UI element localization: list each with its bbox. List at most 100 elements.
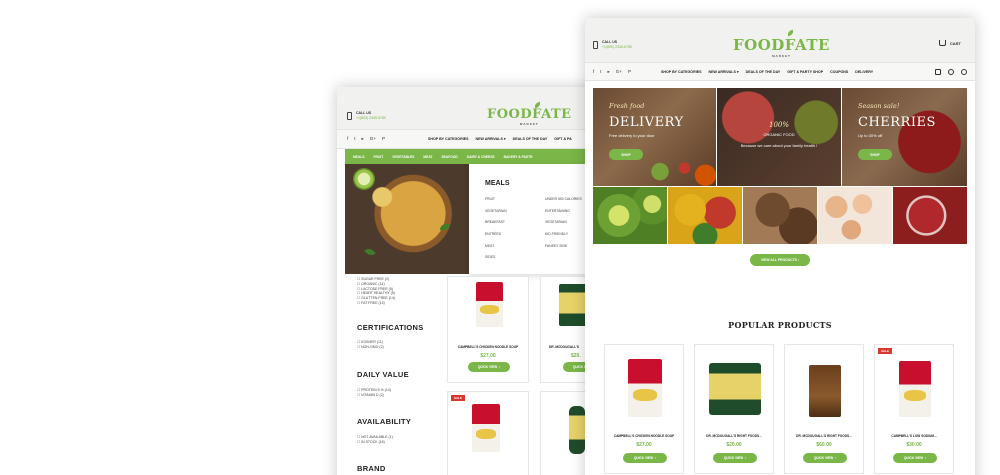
banner-subtitle: Free delivery to your door — [609, 133, 655, 138]
quick-view-button[interactable]: QUICK VIEW› — [803, 453, 847, 463]
banner-subtitle: Up to 30% off — [858, 133, 883, 138]
category-item[interactable]: FRUIT — [374, 155, 384, 159]
product-price: $27.00 — [480, 353, 496, 359]
contact-phone[interactable]: +1(800) 2345-6789 — [356, 116, 386, 121]
logo-subtitle: MARKET — [519, 122, 539, 126]
facebook-icon[interactable]: f — [347, 136, 348, 142]
mega-menu-link[interactable]: FANSEY SIDE — [545, 244, 582, 248]
main-menu: SHOP BY CATEGORIES NEW ARRIVALS ▾ DEALS … — [661, 70, 873, 74]
banner-title: DELIVERY — [609, 115, 684, 130]
peppers-image[interactable] — [668, 187, 742, 244]
menu-item[interactable]: DEALS OF THE DAY — [513, 137, 548, 141]
social-links: f t ▸ G+ P — [593, 69, 631, 75]
banner-cherries[interactable]: Season sale! CHERRIES Up to 30% off SHOP — [842, 88, 967, 186]
banner-title: CHERRIES — [858, 115, 936, 130]
twitter-icon[interactable]: t — [354, 136, 355, 142]
sale-badge: SALE — [451, 395, 466, 401]
contact-block: CALL US +1(800) 2345-6789 — [347, 111, 386, 120]
product-card[interactable]: SALE — [447, 391, 529, 475]
mega-menu-link[interactable]: SIDES — [485, 255, 507, 259]
mega-menu-link[interactable]: BREAKFAST — [485, 220, 507, 224]
filter-option[interactable]: ☐ FAT FREE (14) — [357, 301, 437, 306]
menu-item[interactable]: NEW ARRIVALS ▾ — [709, 70, 739, 74]
noodle-cup-image — [709, 363, 761, 415]
menu-item[interactable]: NEW ARRIVALS ▾ — [476, 137, 506, 141]
quick-view-button[interactable]: QUICK VIEW› — [468, 362, 510, 372]
kiwi-image[interactable] — [593, 187, 667, 244]
category-item[interactable]: DAIRY & CHEESE — [467, 155, 495, 159]
shop-button[interactable]: SHOP — [858, 149, 892, 160]
meat-image[interactable] — [893, 187, 967, 244]
mega-menu-link[interactable]: VEGETARIAN — [545, 220, 582, 224]
product-card[interactable]: SALE CAMPBELL'S LOW SODIUM... $30.00 QUI… — [874, 344, 954, 474]
menu-item[interactable]: GIFT & PARTY SHOP — [787, 70, 823, 74]
mega-menu-link[interactable]: MEAT — [485, 244, 507, 248]
menu-item[interactable]: SHOP BY CATEGORIES — [428, 137, 469, 141]
gear-icon[interactable] — [961, 68, 967, 75]
youtube-icon[interactable]: ▸ — [362, 136, 364, 142]
category-item[interactable]: VEGETABLES — [392, 155, 414, 159]
quick-view-button[interactable]: QUICK VIEW› — [893, 453, 937, 463]
mega-menu-link[interactable]: VEGETARIAN — [485, 209, 507, 213]
mega-menu-column: FRUIT VEGETARIAN BREAKFAST ENTRÉES MEAT … — [485, 197, 507, 259]
menu-item[interactable]: DELIVERY — [855, 70, 873, 74]
product-price: $30.00 — [906, 442, 922, 448]
menu-item[interactable]: SHOP BY CATEGORIES — [661, 70, 702, 74]
mega-menu-link[interactable]: ENTERTAINING — [545, 209, 582, 213]
mega-menu-link[interactable]: ENTRÉES — [485, 232, 507, 236]
google-plus-icon[interactable]: G+ — [370, 136, 376, 142]
menu-item[interactable]: COUPONS — [830, 70, 848, 74]
product-card[interactable]: DR. MCDOUGALL'S RIGHT FOODS... $20.00 QU… — [694, 344, 774, 474]
banner-kicker: Season sale! — [858, 102, 900, 110]
bread-image[interactable] — [743, 187, 817, 244]
product-card[interactable]: CAMPBELL'S CHICKEN NOODLE SOUP $27.00 QU… — [447, 276, 529, 383]
filter-option[interactable]: ☐ VITAMIN D (2) — [357, 393, 391, 398]
cart-icon — [938, 40, 946, 46]
google-plus-icon[interactable]: G+ — [616, 69, 622, 75]
shop-button[interactable]: SHOP — [609, 149, 643, 160]
product-name[interactable]: DR. MCDOUGALL'S RIGHT FOODS... — [695, 434, 773, 438]
category-item[interactable]: MEAT — [423, 155, 432, 159]
cart-link[interactable]: CART — [938, 40, 961, 46]
category-item[interactable]: BAKERY & PASTR — [504, 155, 533, 159]
quick-view-button[interactable]: QUICK VIEW› — [713, 453, 757, 463]
arrow-right-icon: › — [925, 456, 927, 460]
main-menu: SHOP BY CATEGORIES NEW ARRIVALS ▾ DEALS … — [428, 137, 572, 141]
banner-organic[interactable]: 100% ORGANIC FOOD Because we care about … — [717, 88, 841, 186]
lime-image — [353, 168, 375, 190]
quick-view-button[interactable]: QUICK VIEW› — [623, 453, 667, 463]
filter-sidebar: ☐ SUGAR FREE (2) ☐ ORGANIC (14) ☐ LACTOS… — [357, 277, 437, 473]
pinterest-icon[interactable]: P — [382, 136, 385, 142]
youtube-icon[interactable]: ▸ — [608, 69, 610, 75]
filter-option[interactable]: ☐ IN STOCK (15) — [357, 440, 393, 445]
vegetables-image — [646, 150, 716, 186]
twitter-icon[interactable]: t — [600, 69, 601, 75]
mega-menu-link[interactable]: KID FRIENDLY — [545, 232, 582, 236]
eggs-image[interactable] — [818, 187, 892, 244]
banner-delivery[interactable]: Fresh food DELIVERY Free delivery to you… — [593, 88, 716, 186]
menu-item[interactable]: DEALS OF THE DAY — [746, 70, 781, 74]
product-price: $20.00 — [726, 442, 742, 448]
product-card[interactable]: DR. MCDOUGALL'S RIGHT FOODS... $60.00 QU… — [784, 344, 864, 474]
product-name[interactable]: CAMPBELL'S LOW SODIUM... — [875, 434, 953, 438]
filter-option[interactable]: ☐ NON-GMO (2) — [357, 345, 384, 350]
product-name[interactable]: CAMPBELL'S CHICKEN NOODLE SOUP — [448, 345, 528, 349]
herb-image — [364, 246, 376, 258]
category-item[interactable]: SEAFOOD — [441, 155, 457, 159]
logo[interactable]: FOODFATE MARKET — [487, 101, 572, 126]
product-card[interactable]: CAMPBELL'S CHICKEN NOODLE SOUP $27.00 QU… — [604, 344, 684, 474]
menu-item[interactable]: GIFT & PA — [554, 137, 572, 141]
mega-menu-link[interactable]: UNDER 500 CALORIES — [545, 197, 582, 201]
view-all-products-button[interactable]: VIEW ALL PRODUCTS › — [750, 254, 810, 266]
search-icon[interactable] — [948, 68, 954, 75]
product-name[interactable]: DR. MCDOUGALL'S RIGHT FOODS... — [785, 434, 863, 438]
product-name[interactable]: CAMPBELL'S CHICKEN NOODLE SOUP — [605, 434, 683, 438]
category-item[interactable]: MEALS — [353, 155, 365, 159]
facebook-icon[interactable]: f — [593, 69, 594, 75]
login-icon[interactable] — [935, 68, 941, 75]
pinterest-icon[interactable]: P — [628, 69, 631, 75]
phone-icon — [593, 40, 598, 49]
logo[interactable]: FOODFATE MARKET — [733, 29, 830, 58]
contact-phone[interactable]: +1(800) 2345-6789 — [602, 45, 632, 50]
mega-menu-link[interactable]: FRUIT — [485, 197, 507, 201]
